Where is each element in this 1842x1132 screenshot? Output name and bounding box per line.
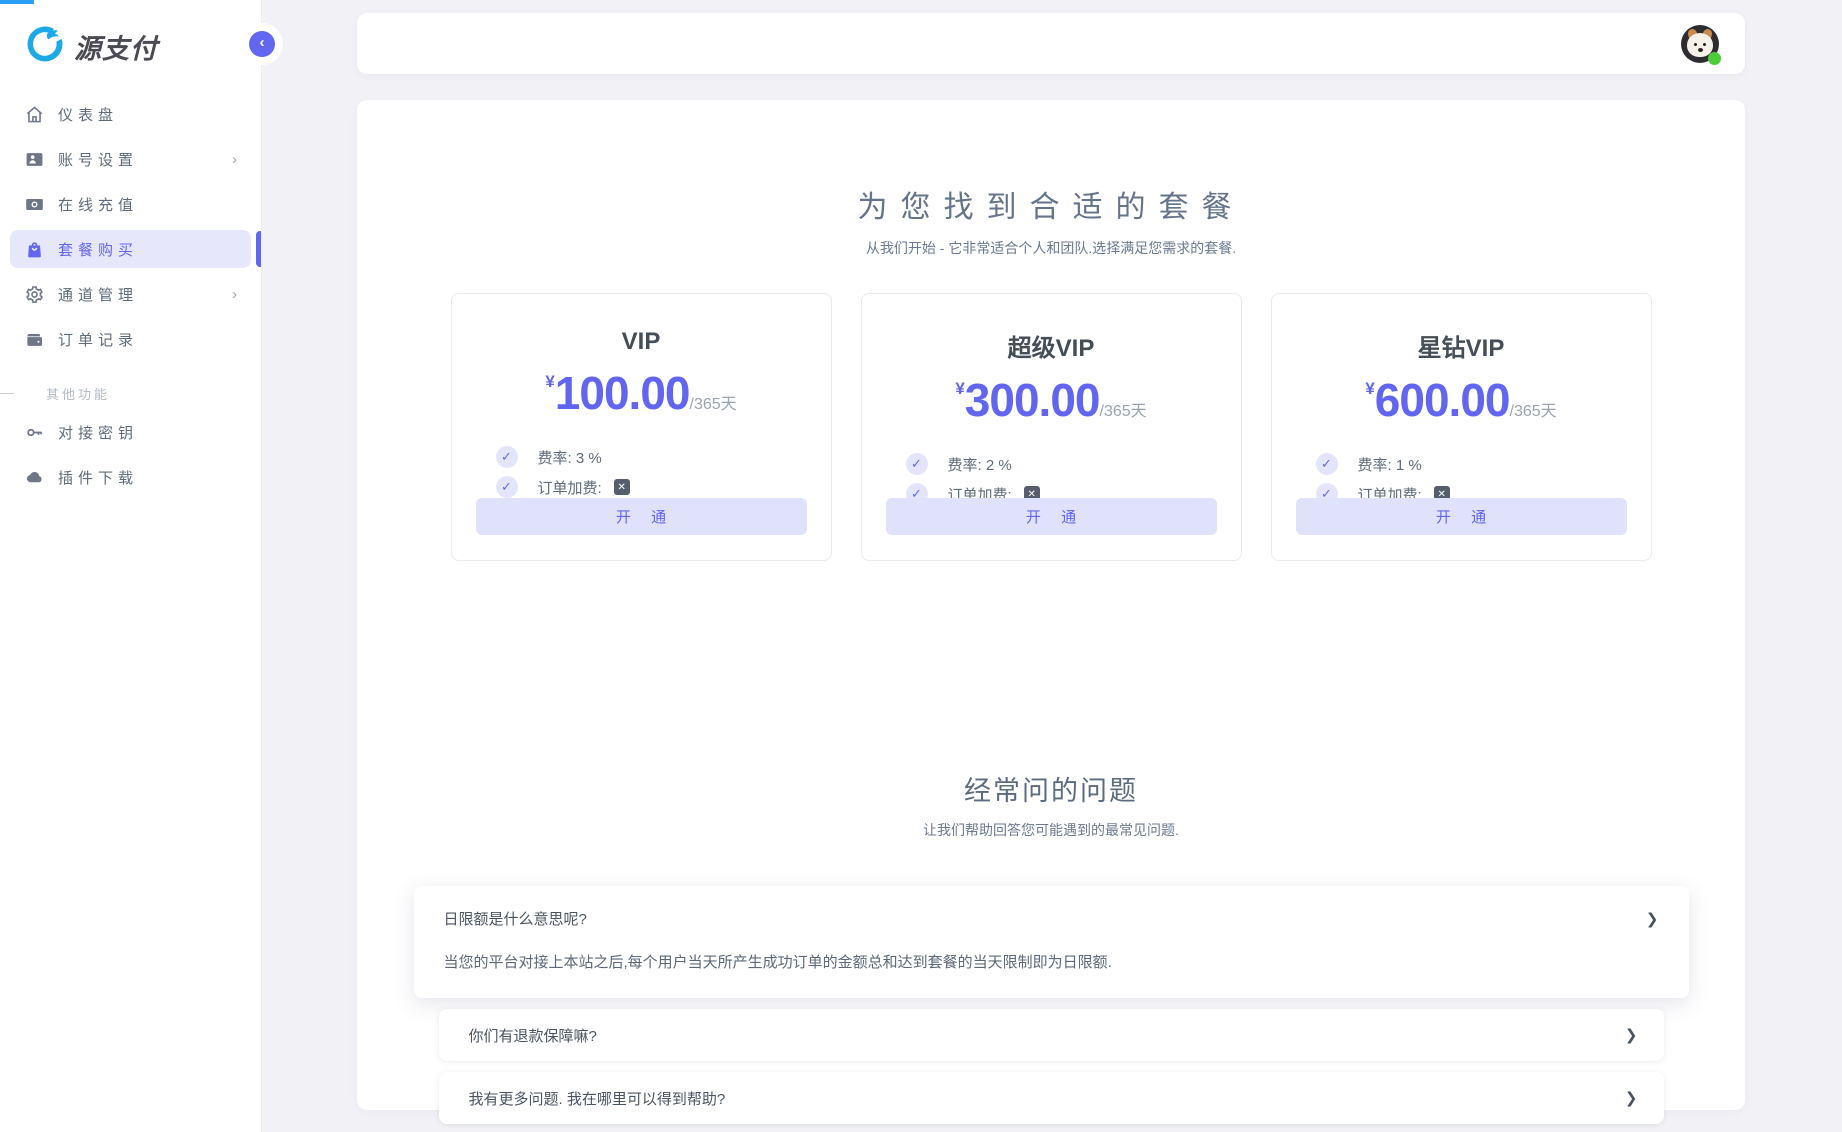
plan-card-vip: VIP ¥100.00/365天 ✓ 费率: 3 % ✓ 订单加费: ✕ 开 通 (450, 293, 832, 561)
sidebar-item-account-settings[interactable]: 账号设置 › (10, 140, 251, 178)
currency-symbol: ¥ (545, 372, 555, 391)
plan-card-super-vip: 超级VIP ¥300.00/365天 ✓ 费率: 2 % ✓ 订单加费: ✕ 开… (860, 293, 1242, 561)
faq-item-more-help[interactable]: 我有更多问题. 我在哪里可以得到帮助? ❯ (438, 1072, 1664, 1124)
feature-rate: ✓ 费率: 3 % (495, 442, 807, 472)
feature-rate-label: 费率: 2 % (947, 456, 1012, 474)
feature-surcharge-label: 订单加费: (537, 479, 602, 497)
section-label-text: 其他功能 (46, 387, 111, 402)
sidebar-item-plugin-download[interactable]: 插件下载 (10, 458, 251, 496)
faq-answer: 当您的平台对接上本站之后,每个用户当天所产生成功订单的金额总和达到套餐的当天限制… (443, 954, 1112, 971)
main-content-card: 为您找到合适的套餐 从我们开始 - 它非常适合个人和团队.选择满足您需求的套餐.… (357, 100, 1745, 1124)
feature-rate-label: 费率: 1 % (1357, 456, 1422, 474)
logo-bird-icon (24, 23, 66, 70)
sidebar-item-dashboard[interactable]: 仪表盘 (10, 95, 251, 133)
chevron-right-icon[interactable]: ❯ (1625, 1089, 1638, 1107)
sidebar: 源支付 仪表盘 账号设置 › 在线充值 套餐购买 通道管理 › 订单记录 其他功… (0, 0, 262, 1132)
faq-item-refund[interactable]: 你们有退款保障嘛? ❯ (438, 1009, 1664, 1061)
avatar-dog-eye (1703, 42, 1706, 46)
online-status-dot (1708, 51, 1721, 65)
check-icon: ✓ (1315, 453, 1338, 475)
plan-card-star-diamond-vip: 星钻VIP ¥600.00/365天 ✓ 费率: 1 % ✓ 订单加费: ✕ 开… (1270, 293, 1652, 561)
plan-price: ¥100.00/365天 (476, 366, 807, 420)
avatar-dog-nose (1698, 47, 1703, 52)
pricing-title: 为您找到合适的套餐 (857, 191, 1245, 224)
faq-question: 日限额是什么意思呢? (443, 911, 587, 928)
sidebar-item-label: 订单记录 (58, 331, 139, 349)
plan-features: ✓ 费率: 3 % ✓ 订单加费: ✕ (476, 442, 807, 502)
activate-button-star-diamond-vip[interactable]: 开 通 (1295, 498, 1627, 535)
disabled-x-icon: ✕ (613, 479, 630, 495)
price-period: /365天 (689, 396, 737, 413)
avatar-dog-eye (1694, 42, 1697, 46)
shopping-bag-icon (24, 239, 44, 259)
sidebar-item-label: 通道管理 (58, 286, 139, 304)
sidebar-item-package-purchase[interactable]: 套餐购买 (10, 230, 261, 268)
sidebar-item-api-keys[interactable]: 对接密钥 (10, 413, 251, 451)
sidebar-menu: 仪表盘 账号设置 › 在线充值 套餐购买 通道管理 › 订单记录 其他功能 对接… (0, 70, 261, 496)
currency-symbol: ¥ (955, 379, 965, 398)
sidebar-item-label: 套餐购买 (58, 241, 139, 259)
top-bar (357, 13, 1745, 74)
price-amount: 100.00 (554, 367, 691, 419)
chevron-right-icon[interactable]: ❯ (1646, 910, 1659, 928)
price-period: /365天 (1099, 403, 1147, 420)
currency-symbol: ¥ (1365, 379, 1375, 398)
activate-button-super-vip[interactable]: 开 通 (885, 498, 1217, 535)
sidebar-item-label: 对接密钥 (58, 424, 139, 442)
plan-name: 超级VIP (1007, 335, 1095, 362)
banknote-icon (24, 194, 44, 214)
plan-name: VIP (621, 328, 661, 355)
price-period: /365天 (1509, 403, 1557, 420)
chevron-right-icon: › (232, 150, 237, 168)
loading-progress-bar (0, 0, 34, 4)
chevron-right-icon[interactable]: ❯ (1625, 1026, 1638, 1044)
faq-question: 你们有退款保障嘛? (468, 1027, 597, 1045)
id-card-icon (24, 149, 44, 169)
plan-cards-row: VIP ¥100.00/365天 ✓ 费率: 3 % ✓ 订单加费: ✕ 开 通… (357, 293, 1745, 561)
cloud-download-icon (24, 467, 44, 487)
logo-text: 源支付 (74, 33, 158, 64)
gear-icon (24, 284, 44, 304)
sidebar-item-label: 账号设置 (58, 151, 139, 169)
sidebar-collapse-halo: ‹ (241, 23, 283, 65)
active-indicator (256, 231, 261, 267)
app-logo[interactable]: 源支付 (0, 0, 261, 70)
feature-rate: ✓ 费率: 1 % (1315, 449, 1627, 479)
faq-title: 经常问的问题 (964, 776, 1138, 806)
sidebar-item-channel-management[interactable]: 通道管理 › (10, 275, 251, 313)
wallet-icon (24, 329, 44, 349)
sidebar-item-online-recharge[interactable]: 在线充值 (10, 185, 251, 223)
faq-question: 我有更多问题. 我在哪里可以得到帮助? (468, 1090, 726, 1108)
faq-subtitle: 让我们帮助回答您可能遇到的最常见问题. (923, 822, 1179, 838)
sidebar-item-label: 插件下载 (58, 469, 139, 487)
sidebar-collapse-button[interactable]: ‹ (249, 31, 275, 57)
user-avatar[interactable] (1681, 24, 1721, 65)
key-icon (24, 422, 44, 442)
sidebar-item-label: 仪表盘 (58, 106, 119, 124)
sidebar-section-other: 其他功能 (0, 384, 261, 403)
faq-list: 日限额是什么意思呢? ❯ 当您的平台对接上本站之后,每个用户当天所产生成功订单的… (357, 886, 1745, 1124)
sidebar-item-order-records[interactable]: 订单记录 (10, 320, 251, 358)
plan-price: ¥300.00/365天 (886, 373, 1217, 427)
price-amount: 600.00 (1374, 374, 1511, 426)
section-dash (0, 393, 14, 394)
home-icon (24, 104, 44, 124)
feature-rate: ✓ 费率: 2 % (905, 449, 1217, 479)
check-icon: ✓ (905, 453, 928, 475)
activate-button-vip[interactable]: 开 通 (475, 498, 807, 535)
price-amount: 300.00 (964, 374, 1101, 426)
check-icon: ✓ (495, 476, 518, 498)
sidebar-item-label: 在线充值 (58, 196, 139, 214)
faq-item-daily-limit[interactable]: 日限额是什么意思呢? ❯ 当您的平台对接上本站之后,每个用户当天所产生成功订单的… (413, 886, 1689, 998)
check-icon: ✓ (495, 446, 518, 468)
plan-name: 星钻VIP (1417, 335, 1505, 362)
chevron-right-icon: › (232, 285, 237, 303)
plan-price: ¥600.00/365天 (1296, 373, 1627, 427)
feature-rate-label: 费率: 3 % (537, 449, 602, 467)
pricing-subtitle: 从我们开始 - 它非常适合个人和团队.选择满足您需求的套餐. (865, 240, 1237, 256)
